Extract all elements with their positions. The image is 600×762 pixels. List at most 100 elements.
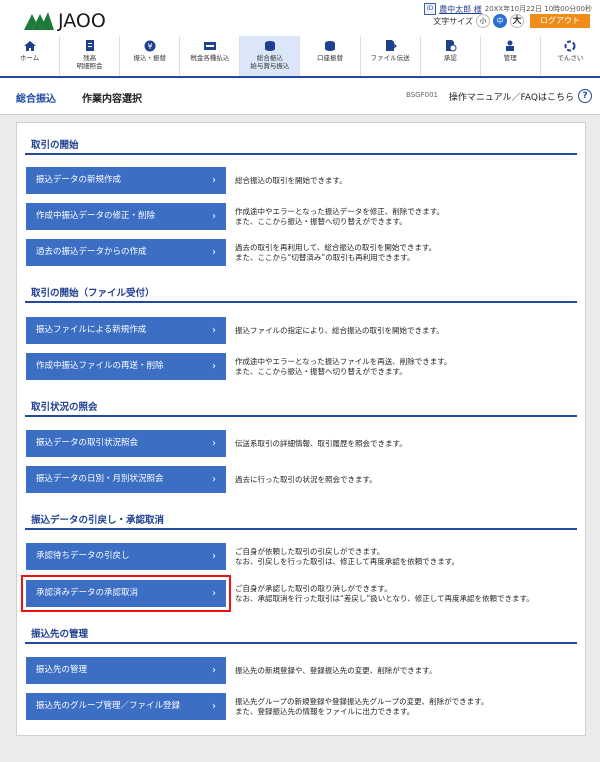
coins-icon — [264, 41, 275, 51]
section-divider — [25, 528, 577, 530]
resend-draft-file-button[interactable]: 作成中振込ファイルの再送・削除 › — [26, 353, 226, 380]
new-transfer-data-button[interactable]: 振込データの新規作成 › — [26, 167, 226, 194]
text-size-label: 文字サイズ — [433, 16, 473, 26]
chevron-right-icon: › — [212, 665, 216, 676]
top-header: JAOO ID 農中太郎 様 20XX年10月22日 10時00分00秒 文字サ… — [0, 0, 600, 36]
item-description: 振込ファイルの指定により、総合振込の取引を開始できます。 — [235, 326, 444, 335]
logo-text: JAOO — [58, 10, 106, 32]
item-description: 総合振込の取引を開始できます。 — [235, 176, 347, 185]
ja-mark-icon — [24, 12, 54, 30]
section-divider — [25, 301, 577, 303]
chevron-right-icon: › — [212, 211, 216, 222]
page-title: 総合振込 — [16, 94, 56, 105]
nav-label: 残高 明細照会 — [76, 54, 103, 70]
section-title: 取引の開始（ファイル受付） — [31, 288, 155, 299]
nav-densai[interactable]: でんさい — [541, 36, 600, 76]
item-description: ご自身が承認した取引の取り消しができます。 なお、承認取消を行った取引は“差戻し… — [235, 584, 534, 603]
recall-pending-button[interactable]: 承認待ちデータの引戻し › — [26, 543, 226, 570]
help-link[interactable]: 操作マニュアル／FAQはこちら — [449, 90, 574, 103]
button-label: 振込先のグループ管理／ファイル登録 — [36, 701, 180, 711]
densai-icon — [564, 40, 576, 52]
chevron-right-icon: › — [212, 325, 216, 336]
nav-approval[interactable]: 承認 — [421, 36, 481, 76]
payee-group-management-button[interactable]: 振込先のグループ管理／ファイル登録 › — [26, 693, 226, 720]
nav-label: 総合振込 給与賞与振込 — [250, 54, 290, 70]
admin-icon — [506, 40, 515, 51]
section-divider — [25, 415, 577, 417]
help-icon[interactable]: ? — [578, 89, 592, 103]
nav-label: ホーム — [19, 54, 40, 62]
button-label: 振込データの取引状況照会 — [36, 438, 139, 448]
chevron-right-icon: › — [212, 551, 216, 562]
nav-admin[interactable]: 管理 — [481, 36, 541, 76]
chevron-right-icon: › — [212, 474, 216, 485]
logout-button[interactable]: ログアウト — [530, 14, 590, 28]
nav-debit[interactable]: 口座振替 — [300, 36, 361, 76]
global-nav: ホーム 残高 明細照会 ¥ 振込・振替 税金各種払込 総合振込 給与賞与振込 口… — [0, 36, 600, 78]
nav-label: 口座振替 — [317, 54, 344, 62]
new-from-file-button[interactable]: 振込ファイルによる新規作成 › — [26, 317, 226, 344]
payment-icon — [203, 42, 216, 50]
item-description: 作成途中やエラーとなった振込データを修正、削除できます。 また、ここから振込・振… — [235, 207, 445, 226]
button-label: 振込データの日別・月別状況照会 — [36, 474, 164, 484]
nav-label: 振込・振替 — [133, 54, 166, 62]
nav-bulk-transfer[interactable]: 総合振込 給与賞与振込 — [240, 36, 301, 76]
user-name-link[interactable]: 農中太郎 様 — [439, 4, 482, 15]
button-label: 振込データの新規作成 — [36, 175, 122, 185]
file-transfer-icon — [386, 40, 398, 51]
page-subtitle: 作業内容選択 — [82, 94, 142, 105]
screen-code: BSGF001 — [406, 91, 438, 99]
item-description: 過去の取引を再利用して、総合振込の取引を開始できます。 また、ここから“切替済み… — [235, 243, 437, 262]
home-icon — [23, 41, 36, 51]
yen-icon: ¥ — [144, 40, 156, 52]
button-label: 過去の振込データからの作成 — [36, 247, 147, 257]
transaction-status-inquiry-button[interactable]: 振込データの取引状況照会 › — [26, 430, 226, 457]
nav-tax[interactable]: 税金各種払込 — [180, 36, 241, 76]
text-size-small-button[interactable]: 小 — [476, 14, 490, 28]
button-label: 作成中振込データの修正・削除 — [36, 211, 156, 221]
daily-monthly-inquiry-button[interactable]: 振込データの日別・月別状況照会 › — [26, 466, 226, 493]
create-from-past-button[interactable]: 過去の振込データからの作成 › — [26, 239, 226, 266]
item-description: 作成途中やエラーとなった振込ファイルを再送、削除できます。 また、ここから振込・… — [235, 357, 452, 376]
text-size-large-button[interactable]: 大 — [510, 14, 524, 28]
section-title: 取引の開始 — [31, 140, 79, 151]
svg-text:¥: ¥ — [147, 42, 152, 51]
item-description: ご自身が依頼した取引の引戻しができます。 なお、引戻しを行った取引は、修正して再… — [235, 547, 460, 566]
nav-label: でんさい — [557, 54, 584, 62]
chevron-right-icon: › — [212, 247, 216, 258]
edit-draft-transfer-button[interactable]: 作成中振込データの修正・削除 › — [26, 203, 226, 230]
chevron-right-icon: › — [212, 701, 216, 712]
section-divider — [25, 642, 577, 644]
page-title-bar: 総合振込 作業内容選択 BSGF001 操作マニュアル／FAQはこちら ? — [0, 78, 600, 115]
nav-home[interactable]: ホーム — [0, 36, 61, 76]
chevron-right-icon: › — [212, 588, 216, 599]
payee-management-button[interactable]: 振込先の管理 › — [26, 657, 226, 684]
nav-transfer[interactable]: ¥ 振込・振替 — [120, 36, 181, 76]
nav-label: 承認 — [443, 54, 457, 62]
button-label: 承認済みデータの承認取消 — [36, 588, 139, 598]
button-label: 振込ファイルによる新規作成 — [36, 325, 147, 335]
coins-stack-icon — [325, 41, 336, 51]
cancel-approval-button[interactable]: 承認済みデータの承認取消 › — [21, 575, 231, 612]
approval-icon — [446, 40, 457, 52]
section-title: 取引状況の照会 — [31, 402, 98, 413]
section-title: 振込データの引戻し・承認取消 — [31, 515, 165, 526]
text-size-control: 文字サイズ 小 中 大 ログアウト — [433, 14, 590, 28]
document-icon — [85, 40, 94, 51]
chevron-right-icon: › — [212, 438, 216, 449]
nav-balance[interactable]: 残高 明細照会 — [60, 36, 121, 76]
chevron-right-icon: › — [212, 361, 216, 372]
nav-label: ファイル伝送 — [370, 54, 410, 62]
nav-file-transfer[interactable]: ファイル伝送 — [361, 36, 421, 76]
nav-label: 税金各種払込 — [190, 54, 230, 62]
section-divider — [25, 153, 577, 155]
text-size-medium-button[interactable]: 中 — [493, 14, 507, 28]
menu-panel: 取引の開始 振込データの新規作成 › 総合振込の取引を開始できます。 作成中振込デ… — [16, 122, 586, 736]
item-description: 過去に行った取引の状況を照会できます。 — [235, 475, 377, 484]
item-description: 振込先グループの新規登録や登録振込先グループの変更、削除ができます。 また、登録… — [235, 697, 489, 716]
nav-label: 管理 — [503, 54, 517, 62]
chevron-right-icon: › — [212, 175, 216, 186]
button-label: 作成中振込ファイルの再送・削除 — [36, 361, 164, 371]
item-description: 振込先の新規登録や、登録振込先の変更、削除ができます。 — [235, 666, 437, 675]
item-description: 伝送系取引の詳細情報、取引履歴を照会できます。 — [235, 439, 407, 448]
